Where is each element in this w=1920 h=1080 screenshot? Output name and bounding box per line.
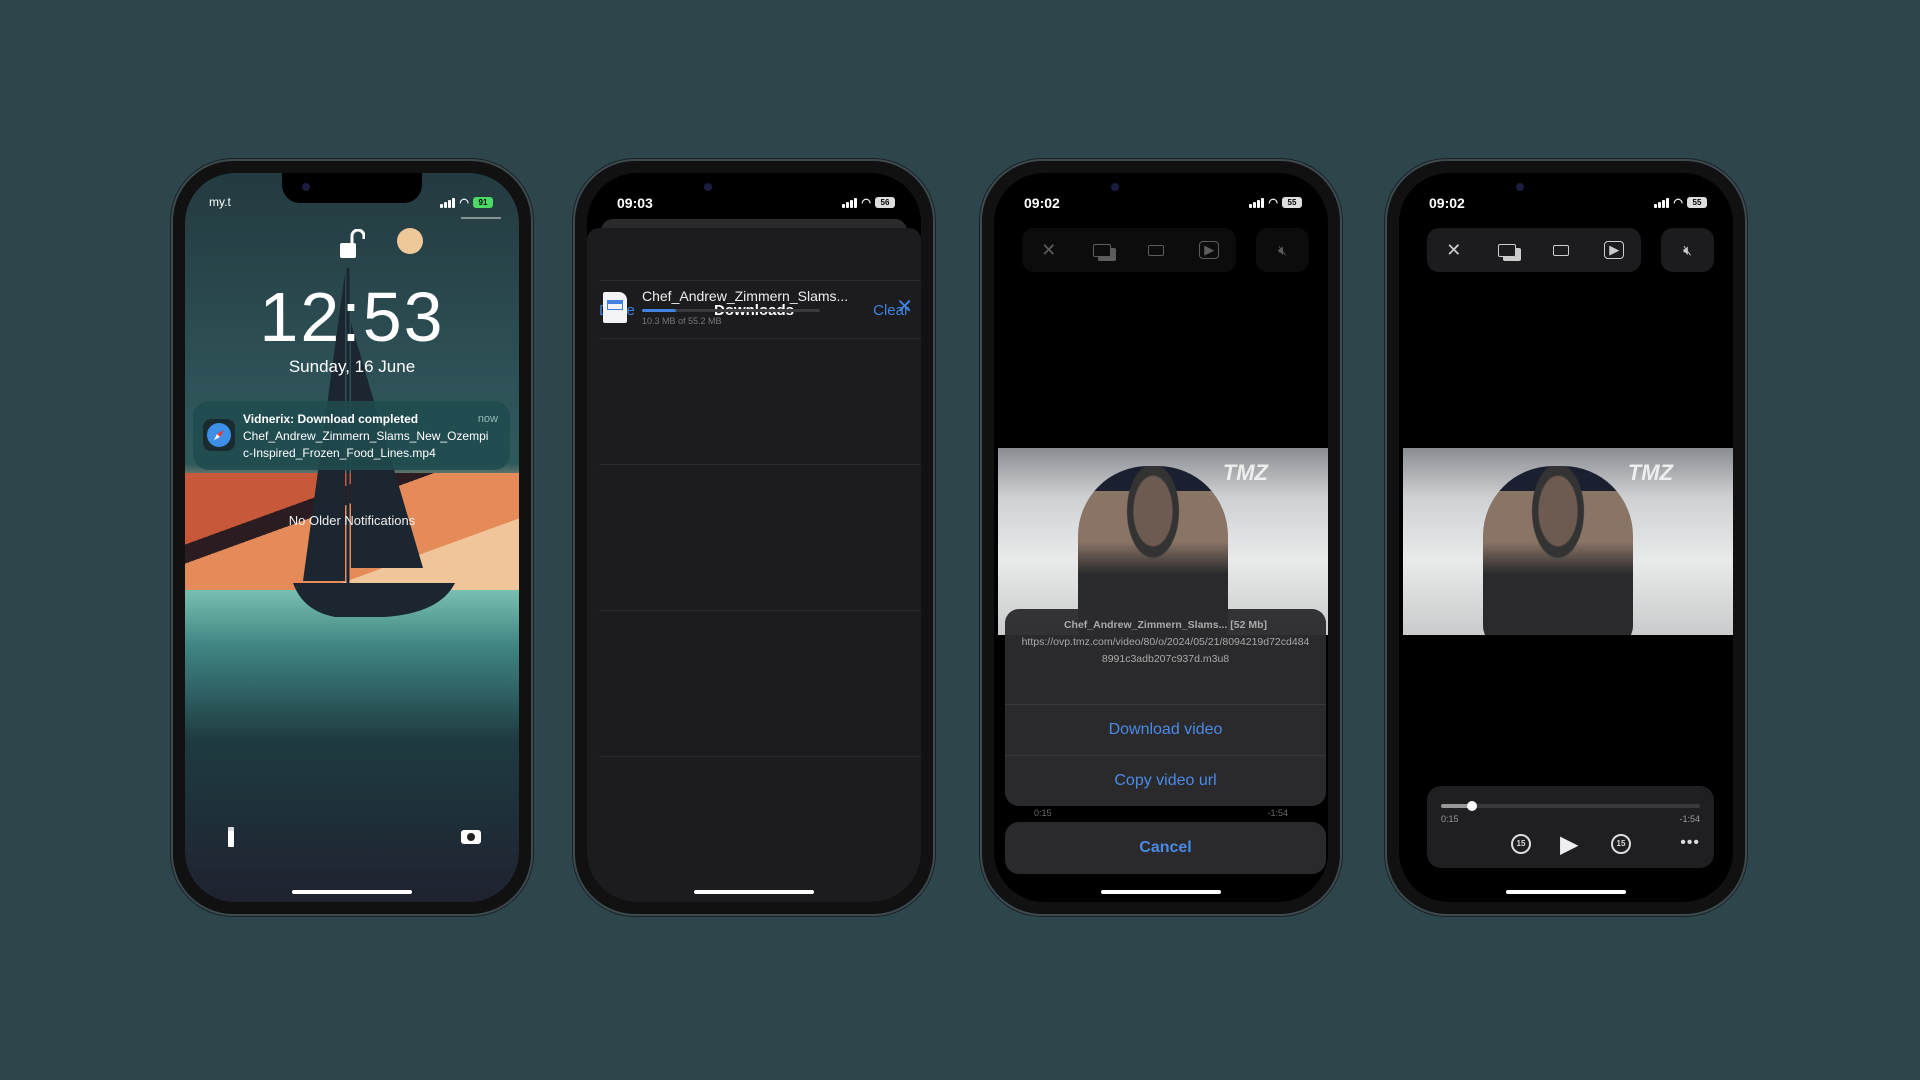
playback-scrubber[interactable] [1441,801,1700,811]
more-options-button[interactable]: ••• [1680,834,1700,852]
download-video-button[interactable]: ▶ [1588,228,1642,272]
scrubber-thumb[interactable] [1467,801,1478,811]
video-download-icon: ▶ [1604,241,1625,259]
downloads-sheet: Done Downloads Clear Chef_Andrew_Zimmern… [587,228,921,902]
mute-button[interactable]: 🔇︎ [1661,228,1714,272]
phone-video-player: 09:02 ◠ 55 ✕ ▶ 🔇︎ TMZ 0:15 -1:54 15 ▶ 15 … [1385,159,1747,916]
pip-button[interactable] [1481,228,1535,272]
copy-video-url-button[interactable]: Copy video url [1005,756,1326,806]
skip-back-15-button[interactable]: 15 [1511,834,1531,854]
home-indicator[interactable] [292,890,412,894]
signal-icon [1249,197,1265,208]
unlocked-padlock-icon [340,229,365,258]
status-time: 09:03 [617,195,653,211]
play-icon: ▶ [1560,831,1579,858]
download-size: 10.3 MB of 55.2 MB [642,316,722,326]
phone-downloads: 09:03 ◠ 56 Done Downloads Clear Chef_Andr… [573,159,935,916]
video-download-icon: ▶ [1199,241,1220,259]
signal-icon [842,197,858,208]
download-video-button[interactable]: Download video [1005,705,1326,755]
play-button[interactable]: ▶ [1560,830,1578,859]
muted-speaker-icon: 🔇︎ [1278,241,1287,258]
battery-icon: 56 [875,197,895,208]
home-indicator[interactable] [1101,890,1221,894]
video-player-screen: 09:02 ◠ 55 ✕ ▶ 🔇︎ TMZ Chef_Andrew_Zimmern… [994,173,1328,902]
download-progress-bar [642,309,820,312]
battery-icon: 91 [473,197,493,208]
battery-icon: 55 [1282,197,1302,208]
flashlight-icon [228,827,234,847]
cancel-button[interactable]: Cancel [1005,822,1326,874]
close-button[interactable]: ✕ [1022,228,1076,272]
video-file-icon [603,292,627,323]
home-indicator[interactable] [694,890,814,894]
downloads-screen: 09:03 ◠ 56 Done Downloads Clear Chef_Andr… [587,173,921,902]
no-older-notifications: No Older Notifications [288,513,416,528]
notification-time: now [477,413,498,425]
download-video-button[interactable]: ▶ [1183,228,1237,272]
notification-body: Chef_Andrew_Zimmern_Slams_New_Ozempic-In… [243,429,489,460]
phone-lock-screen: my.t ◠ 91 12:53 Sunday, 16 June Vidnerix:… [171,159,533,916]
pip-icon [1498,243,1517,257]
muted-speaker-icon: 🔇︎ [1683,241,1692,258]
close-icon: ✕ [1446,239,1462,260]
elapsed-time: 0:15 [1441,814,1459,824]
player-toolbar: ✕ ▶ [1022,228,1236,272]
mute-button[interactable]: 🔇︎ [1256,228,1309,272]
download-notification[interactable]: Vidnerix: Download completed now Chef_An… [193,401,510,470]
carrier-label: my.t [209,195,231,209]
wifi-icon: ◠ [459,197,469,209]
camera-button[interactable] [451,817,491,857]
resize-icon [1147,244,1164,256]
control-center-indicator [461,217,501,219]
video-player-screen: 09:02 ◠ 55 ✕ ▶ 🔇︎ TMZ 0:15 -1:54 15 ▶ 15 … [1399,173,1733,902]
resize-icon [1552,244,1569,256]
skip-forward-15-button[interactable]: 15 [1611,834,1631,854]
ellipsis-icon: ••• [1680,834,1700,851]
close-icon: ✕ [1041,239,1057,260]
lock-clock: 12:53 [259,278,445,356]
close-button[interactable]: ✕ [1427,228,1481,272]
behind-elapsed: 0:15 [1034,808,1052,818]
wifi-icon: ◠ [1673,197,1683,209]
safari-compass-icon [203,419,235,451]
playback-controls: 0:15 -1:54 15 ▶ 15 ••• [1427,786,1714,868]
download-filename: Chef_Andrew_Zimmern_Slams... [642,288,849,304]
player-toolbar: ✕ ▶ [1427,228,1641,272]
signal-icon [1654,197,1670,208]
wifi-icon: ◠ [861,197,871,209]
signal-icon [440,197,456,208]
lock-date: Sunday, 16 June [288,357,416,376]
pip-icon [1093,243,1112,257]
download-item[interactable]: Chef_Andrew_Zimmern_Slams... 10.3 MB of … [587,280,921,338]
video-watermark: TMZ [1222,460,1268,485]
lock-screen: my.t ◠ 91 12:53 Sunday, 16 June Vidnerix:… [185,173,519,902]
pip-button[interactable] [1076,228,1130,272]
status-time: 09:02 [1024,195,1060,211]
notification-title: Vidnerix: Download completed [243,412,419,426]
remaining-time: -1:54 [1679,814,1700,824]
status-time: 09:02 [1429,195,1465,211]
battery-icon: 55 [1687,197,1707,208]
sheet-video-url: https://ovp.tmz.com/video/80/o/2024/05/2… [1021,636,1310,665]
resize-button[interactable] [1534,228,1588,272]
phone-video-menu: 09:02 ◠ 55 ✕ ▶ 🔇︎ TMZ Chef_Andrew_Zimmern… [980,159,1342,916]
video-action-sheet: Chef_Andrew_Zimmern_Slams... [52 Mb] htt… [1005,609,1326,806]
flashlight-button[interactable] [211,817,251,857]
home-indicator[interactable] [1506,890,1626,894]
wifi-icon: ◠ [1268,197,1278,209]
video-watermark: TMZ [1627,460,1673,485]
cancel-download-x-icon[interactable]: ✕ [896,294,913,319]
resize-button[interactable] [1129,228,1183,272]
behind-remaining: -1:54 [1267,808,1288,818]
video-frame[interactable]: TMZ [1403,448,1733,635]
video-frame[interactable]: TMZ [998,448,1328,635]
camera-icon [461,830,481,844]
sheet-video-title: Chef_Andrew_Zimmern_Slams... [52 Mb] [1063,619,1268,631]
